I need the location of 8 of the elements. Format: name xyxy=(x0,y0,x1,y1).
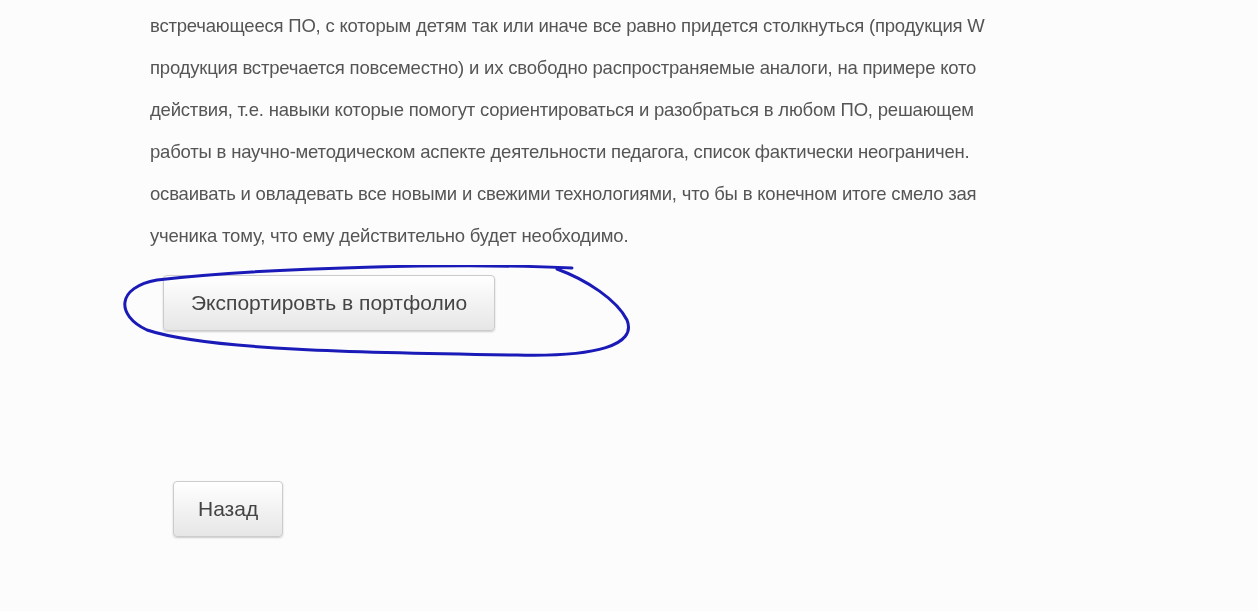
back-button[interactable]: Назад xyxy=(173,481,284,537)
paragraph-line: действия, т.е. навыки которые помогут сориентироваться и разобраться в любом ПО, решающем xyxy=(150,98,974,122)
export-button[interactable]: Экспортировть в портфолио xyxy=(163,275,496,331)
paragraph-line: встречающееся ПО, с которым детям так или иначе все равно придется столкнуться (продукция W xyxy=(150,14,985,38)
paragraph-line: осваивать и овладевать все новыми и свежими технологиями, что бы в конечном итоге смело зая xyxy=(150,182,977,206)
paragraph-line: продукция встречается повсеместно) и их свободно распространяемые аналоги, на примере кото xyxy=(150,56,977,80)
paragraph-line: ученика тому, что ему действительно будет необходимо. xyxy=(150,224,629,248)
paragraph-line: работы в научно-методическом аспекте деятельности педагога, список фактически неограничен. xyxy=(150,140,970,164)
